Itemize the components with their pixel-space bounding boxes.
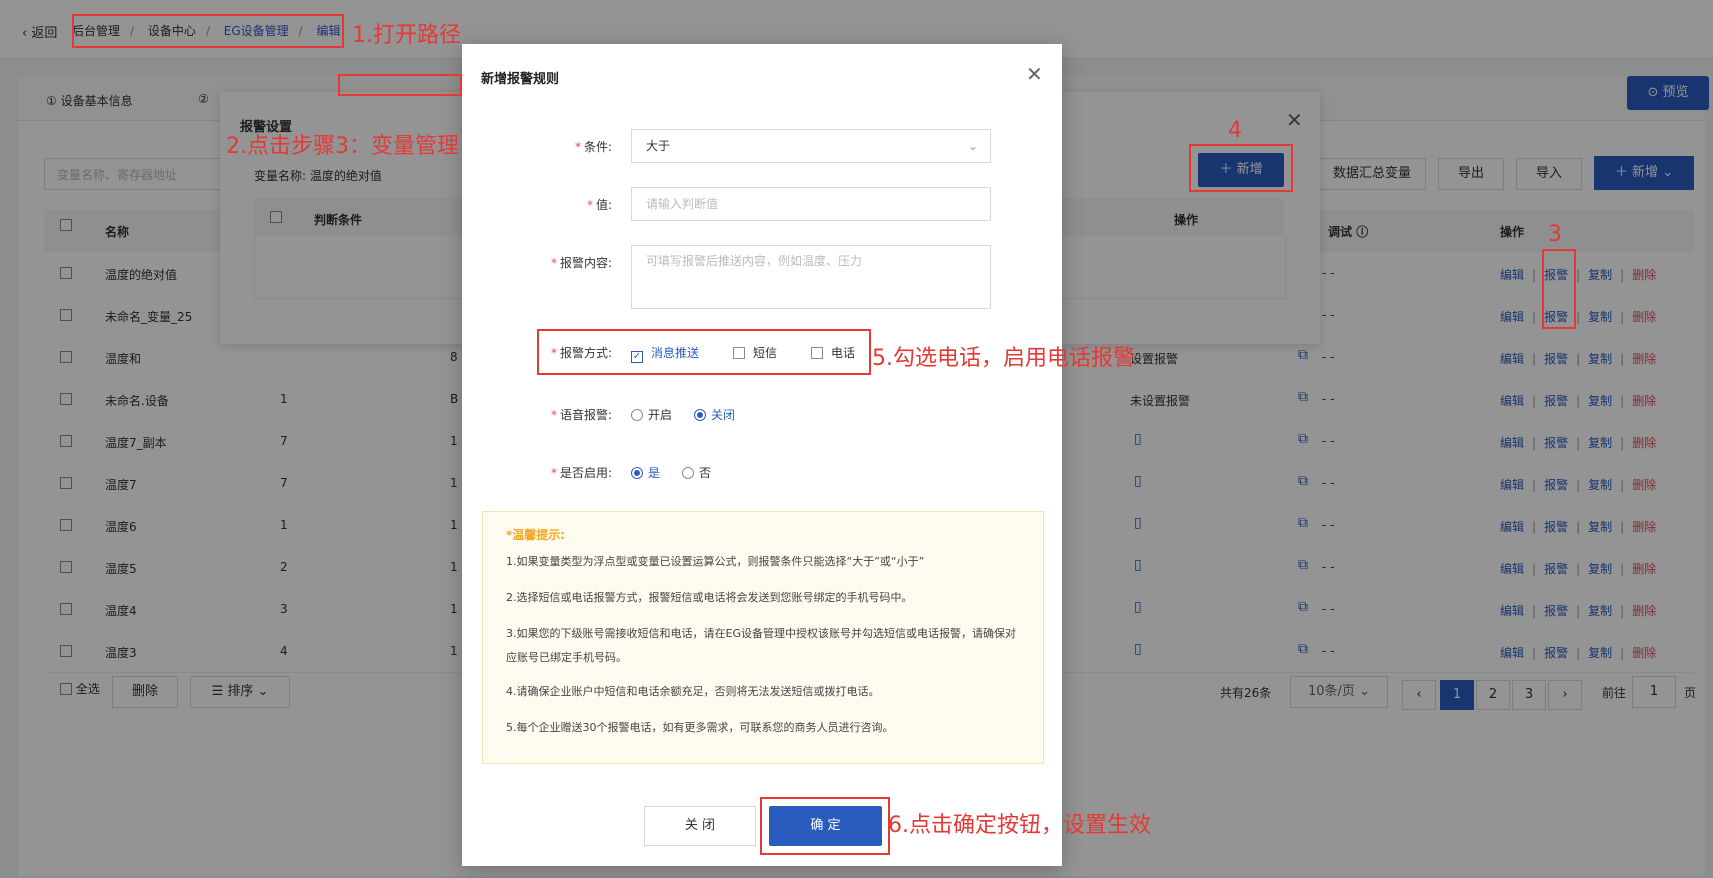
condition-select[interactable]: 大于 ⌄ — [631, 129, 991, 163]
content-label: * 报警内容: — [550, 256, 612, 270]
close-icon[interactable]: ✕ — [1026, 62, 1043, 86]
voice-label: * 语音报警: — [550, 408, 612, 422]
tip-item: 4.请确保企业账户中短信和电话余额充足，否则将无法发送短信或拨打电话。 — [506, 685, 880, 698]
content-textarea[interactable]: 可填写报警后推送内容，例如温度、压力 — [631, 245, 991, 309]
annotation-box-confirm — [760, 797, 890, 855]
modal-title: 新增报警规则 — [481, 72, 560, 87]
enable-label: * 是否启用: — [550, 466, 612, 480]
annotation-2: 2.点击步骤3：变量管理 — [226, 134, 459, 159]
annotation-box-step3 — [338, 74, 462, 96]
annotation-4: 4 — [1228, 118, 1242, 143]
value-label: * 值: — [586, 198, 612, 212]
value-input[interactable]: 请输入判断值 — [631, 187, 991, 221]
voice-on-radio[interactable]: 开启 — [631, 406, 672, 423]
voice-off-radio[interactable]: 关闭 — [694, 406, 735, 423]
annotation-6: 6.点击确定按钮，设置生效 — [888, 813, 1151, 838]
cancel-button[interactable]: 关 闭 — [644, 806, 756, 846]
tip-item: 1.如果变量类型为浮点型或变量已设置运算公式，则报警条件只能选择“大于”或“小于… — [506, 555, 925, 568]
tips-title: *温馨提示: — [506, 528, 566, 542]
tip-item: 3.如果您的下级账号需接收短信和电话，请在EG设备管理中授权该账号并勾选短信或电… — [506, 627, 1016, 664]
tip-item: 5.每个企业赠送30个报警电话，如有更多需求，可联系您的商务人员进行咨询。 — [506, 721, 894, 734]
enable-yes-radio[interactable]: 是 — [631, 464, 660, 481]
annotation-5: 5.勾选电话，启用电话报警 — [872, 346, 1135, 371]
annotation-1: 1.打开路径 — [352, 23, 461, 48]
condition-label: * 条件: — [574, 140, 612, 154]
annotation-box-alarm — [1542, 249, 1576, 329]
chevron-down-icon: ⌄ — [967, 139, 978, 153]
tip-item: 2.选择短信或电话报警方式，报警短信或电话将会发送到您账号绑定的手机号码中。 — [506, 591, 913, 604]
annotation-3: 3 — [1548, 222, 1562, 247]
annotation-box-method — [537, 329, 871, 375]
annotation-box-path — [72, 14, 344, 48]
enable-no-radio[interactable]: 否 — [682, 464, 711, 481]
annotation-box-add — [1189, 144, 1293, 192]
